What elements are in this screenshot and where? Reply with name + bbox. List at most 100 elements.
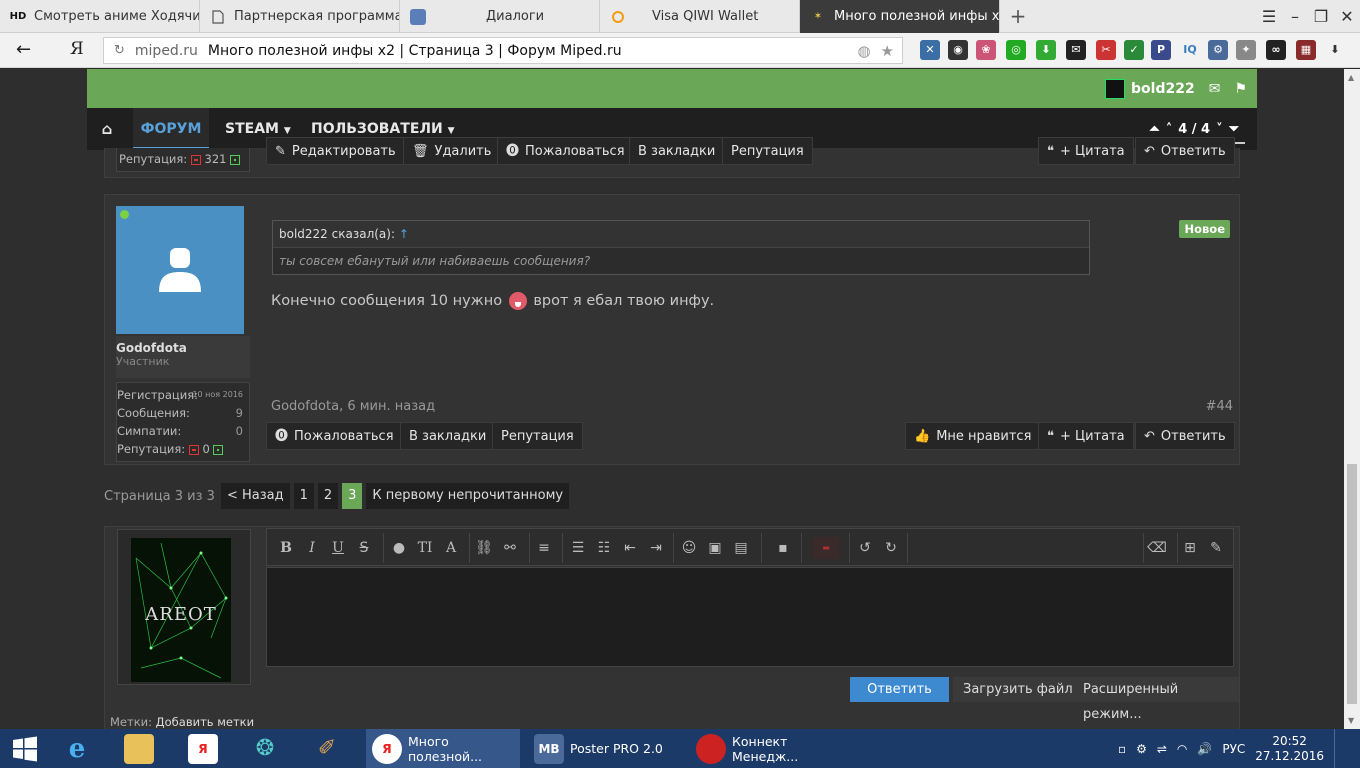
report-button[interactable]: ⓿ Пожаловаться xyxy=(497,137,634,165)
clock[interactable]: 20:52 27.12.2016 xyxy=(1255,734,1324,764)
extension-gear-icon[interactable]: ⚙ xyxy=(1208,40,1228,60)
author-name[interactable]: Godofdota xyxy=(116,341,250,355)
yandex-app-icon[interactable]: Я xyxy=(188,729,224,768)
go-to-quote-icon[interactable]: ↑ xyxy=(399,227,409,241)
scroll-down-icon[interactable]: ▼ xyxy=(1348,716,1354,725)
strikethrough-icon[interactable]: S xyxy=(353,537,375,559)
start-button[interactable] xyxy=(12,729,38,768)
extension-p-icon[interactable]: P xyxy=(1151,40,1171,60)
page-link[interactable]: 1 xyxy=(293,483,314,509)
url-input[interactable]: ↻ miped.ru Много полезной инфы x2 | Стра… xyxy=(103,37,903,64)
like-button[interactable]: 👍 Мне нравится xyxy=(905,422,1041,450)
steam-tray-icon[interactable]: ⚙ xyxy=(1136,742,1147,756)
reputation-button[interactable]: Репутация xyxy=(722,137,813,165)
volume-icon[interactable]: 🔊 xyxy=(1197,742,1212,756)
report-button[interactable]: ⓿ Пожаловаться xyxy=(266,422,403,450)
extension-icon[interactable]: ✕ xyxy=(920,40,940,60)
close-window-icon[interactable]: ✕ xyxy=(1334,0,1360,33)
envelope-icon[interactable]: ✉ xyxy=(1209,81,1221,97)
extension-icon[interactable]: ◎ xyxy=(1006,40,1026,60)
browser-tab[interactable]: HD Смотреть аниме Ходячий з xyxy=(0,0,200,33)
extension-shield-icon[interactable]: ✓ xyxy=(1124,40,1144,60)
save-draft-icon[interactable]: ▪ xyxy=(772,537,794,559)
bookmark-button[interactable]: В закладки xyxy=(400,422,496,450)
prev-page-icon[interactable]: ˄ xyxy=(1166,122,1173,137)
wrench-icon[interactable]: ✎ xyxy=(1205,537,1227,559)
extension-download-icon[interactable]: ⬇ xyxy=(1036,40,1056,60)
next-page-icon[interactable]: ˅ xyxy=(1216,122,1223,137)
rep-minus-icon[interactable] xyxy=(190,154,201,165)
numbered-list-icon[interactable]: ☷ xyxy=(593,537,615,559)
home-icon[interactable]: ⌂ xyxy=(87,108,127,150)
unlink-icon[interactable]: ⚯ xyxy=(499,537,521,559)
bookmark-button[interactable]: В закладки xyxy=(629,137,725,165)
close-tab-icon[interactable]: ✕ xyxy=(999,8,1000,26)
first-unread-button[interactable]: К первому непрочитанному xyxy=(366,483,570,509)
advanced-mode-button[interactable]: Расширенный режим... xyxy=(1073,677,1239,722)
extension-mail-icon[interactable]: ✉ xyxy=(1066,40,1086,60)
bullet-list-icon[interactable]: ☰ xyxy=(567,537,589,559)
link-icon[interactable]: ⛓ xyxy=(473,537,495,559)
expand-icon[interactable]: ⊞ xyxy=(1179,537,1201,559)
reputation-button[interactable]: Репутация xyxy=(492,422,583,450)
eraser-icon[interactable]: ⌫ xyxy=(1146,537,1168,559)
outdent-icon[interactable]: ⇤ xyxy=(619,537,641,559)
scrollbar-thumb[interactable] xyxy=(1347,464,1357,704)
browser-tab[interactable]: Партнерская программа по xyxy=(200,0,400,33)
back-arrow-icon[interactable]: ← xyxy=(16,39,31,60)
nav-forum[interactable]: ФОРУМ xyxy=(133,108,209,150)
media-icon[interactable]: ▤ xyxy=(730,537,752,559)
language-indicator[interactable]: РУС xyxy=(1222,742,1245,756)
aperture-app-icon[interactable]: ❂ xyxy=(250,729,286,768)
message-editor[interactable] xyxy=(266,567,1234,667)
scroll-up-icon[interactable]: ▲ xyxy=(1348,73,1354,82)
extension-icon[interactable]: ✂ xyxy=(1096,40,1116,60)
page-scrollbar[interactable]: ▲ ▼ xyxy=(1344,69,1360,729)
usb-tray-icon[interactable]: ⇌ xyxy=(1157,742,1167,756)
extension-glasses-icon[interactable]: ∞ xyxy=(1266,40,1286,60)
page-link[interactable]: 2 xyxy=(317,483,339,509)
redo-icon[interactable]: ↻ xyxy=(880,537,902,559)
upload-file-button[interactable]: Загрузить файл xyxy=(953,677,1083,702)
new-tab-button[interactable]: + xyxy=(1006,3,1030,29)
tray-overflow-icon[interactable]: ▫ xyxy=(1118,742,1126,756)
font-family-icon[interactable]: A xyxy=(440,537,462,559)
last-page-icon[interactable]: ⏷ xyxy=(1229,122,1239,137)
explorer-icon[interactable] xyxy=(124,729,160,768)
quote-button[interactable]: ❝ + Цитата xyxy=(1038,137,1134,165)
prev-page-button[interactable]: < Назад xyxy=(220,483,290,509)
paint-app-icon[interactable]: ✐ xyxy=(312,729,348,768)
image-icon[interactable]: ▣ xyxy=(704,537,726,559)
align-icon[interactable]: ≡ xyxy=(533,537,555,559)
restore-icon[interactable]: ❐ xyxy=(1308,0,1334,33)
reload-icon[interactable]: ↻ xyxy=(114,43,125,58)
submit-reply-button[interactable]: Ответить xyxy=(850,677,949,702)
rep-plus-icon[interactable] xyxy=(213,444,224,455)
ie-icon[interactable]: e xyxy=(62,729,98,768)
edit-button[interactable]: ✎ Редактировать xyxy=(266,137,405,165)
quote-button[interactable]: ❝ + Цитата xyxy=(1038,422,1134,450)
add-tags-link[interactable]: Добавить метки xyxy=(156,715,254,729)
rep-plus-icon[interactable] xyxy=(230,154,241,165)
show-desktop-button[interactable] xyxy=(1334,729,1340,768)
browser-tab[interactable]: Visa QIWI Wallet xyxy=(600,0,800,33)
current-user[interactable]: bold222 xyxy=(1105,78,1195,99)
translate-icon[interactable]: ◍ xyxy=(857,42,870,60)
post-number[interactable]: #44 xyxy=(1206,399,1233,414)
extension-iq-icon[interactable]: IQ xyxy=(1180,40,1200,60)
taskbar-app-poster[interactable]: MB Poster PRO 2.0 xyxy=(528,729,682,768)
reply-button[interactable]: ↶ Ответить xyxy=(1135,137,1235,165)
taskbar-app-browser[interactable]: Я Много полезной... xyxy=(366,729,520,768)
underline-icon[interactable]: U xyxy=(327,537,349,559)
extension-icon[interactable]: ✦ xyxy=(1236,40,1256,60)
rep-minus-icon[interactable] xyxy=(188,444,199,455)
extension-location-icon[interactable]: ◉ xyxy=(948,40,968,60)
bookmark-star-icon[interactable]: ★ xyxy=(881,42,894,60)
downloads-icon[interactable]: ⬇ xyxy=(1325,40,1345,60)
post-meta[interactable]: Godofdota, 6 мин. назад xyxy=(271,399,435,414)
wifi-icon[interactable]: ◠ xyxy=(1177,742,1187,756)
hide-icon[interactable]: ▬ xyxy=(813,537,839,559)
flag-icon[interactable]: ⚑ xyxy=(1234,81,1247,97)
extension-paw-icon[interactable]: ❀ xyxy=(976,40,996,60)
color-drop-icon[interactable]: ● xyxy=(388,537,410,559)
